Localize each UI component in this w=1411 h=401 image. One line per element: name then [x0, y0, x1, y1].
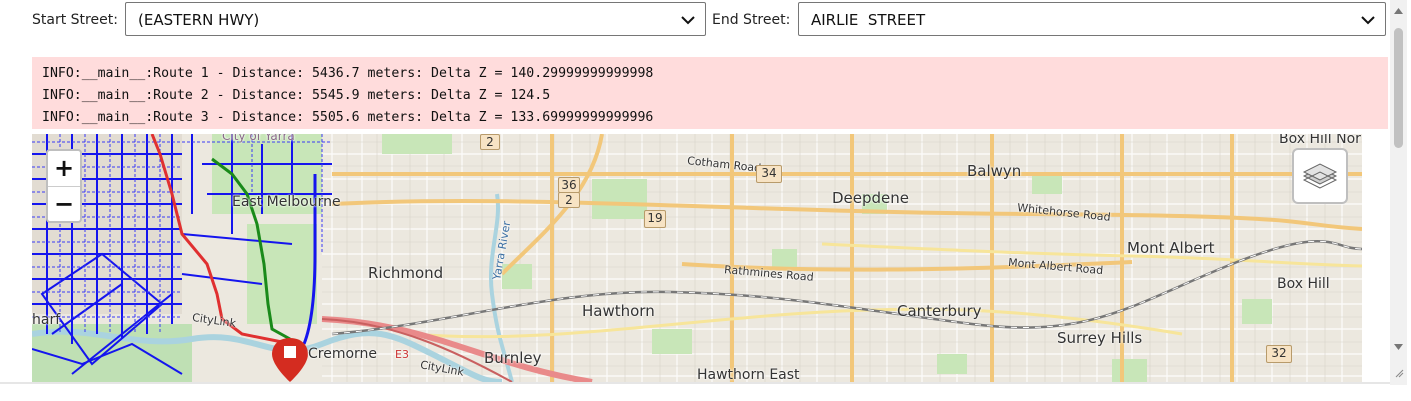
start-street-label: Start Street: — [32, 12, 118, 28]
place-label: Box Hill Nor — [1279, 134, 1361, 147]
place-label: Cremorne — [308, 346, 378, 362]
route-shield: 2 — [480, 134, 500, 150]
chevron-down-icon — [681, 16, 695, 25]
route-shield: 2 — [558, 192, 580, 208]
resize-grip-icon[interactable] — [1394, 368, 1404, 378]
log-line: INFO:__main__:Route 1 - Distance: 5436.7… — [42, 66, 654, 81]
zoom-control: + − — [46, 149, 82, 223]
route-shield: 36 — [558, 177, 580, 193]
place-label: Richmond — [368, 264, 444, 282]
place-label: Hawthorn East — [697, 367, 800, 382]
route-toolbar: Start Street: (EASTERN HWY) End Street: … — [0, 0, 1390, 40]
scrollbar-thumb[interactable] — [1394, 28, 1403, 148]
place-label: Burnley — [484, 349, 542, 367]
layers-control-button[interactable] — [1292, 148, 1348, 204]
place-label: harf — [32, 312, 61, 328]
place-label: Hawthorn — [582, 302, 655, 320]
route-shield: 32 — [1266, 345, 1292, 363]
log-line: INFO:__main__:Route 3 - Distance: 5505.6… — [42, 110, 654, 125]
road-label: E3 — [395, 348, 409, 361]
layers-icon — [1302, 163, 1338, 189]
place-label: Canterbury — [897, 302, 982, 320]
scroll-up-icon[interactable] — [1393, 6, 1404, 16]
place-label: City of Yarra — [222, 134, 295, 143]
place-label: Surrey Hills — [1057, 329, 1143, 347]
log-line: INFO:__main__:Route 2 - Distance: 5545.9… — [42, 88, 551, 103]
chevron-down-icon — [1361, 16, 1375, 25]
log-output: INFO:__main__:Route 1 - Distance: 5436.7… — [32, 57, 1388, 129]
route-shield: 34 — [756, 165, 782, 183]
start-street-value: (EASTERN HWY) — [138, 11, 260, 29]
start-street-select[interactable]: (EASTERN HWY) — [125, 2, 706, 36]
place-label: Balwyn — [967, 162, 1022, 180]
end-street-label: End Street: — [712, 12, 791, 28]
zoom-out-button[interactable]: − — [48, 187, 80, 221]
route-map[interactable]: East Melbourne Richmond Hawthorn Burnley… — [32, 134, 1362, 382]
vertical-scrollbar[interactable] — [1390, 0, 1407, 385]
place-label: Deepdene — [832, 189, 910, 207]
end-street-select[interactable]: AIRLIE STREET — [798, 2, 1386, 36]
scroll-down-icon[interactable] — [1393, 342, 1404, 352]
place-label: East Melbourne — [232, 194, 341, 210]
map-tiles — [32, 134, 1362, 382]
place-label: Mont Albert — [1127, 239, 1215, 257]
divider — [0, 382, 1390, 384]
end-street-value: AIRLIE STREET — [811, 11, 926, 29]
zoom-in-button[interactable]: + — [48, 151, 80, 185]
route-shield: 19 — [644, 210, 666, 228]
place-label: Box Hill — [1277, 276, 1330, 292]
